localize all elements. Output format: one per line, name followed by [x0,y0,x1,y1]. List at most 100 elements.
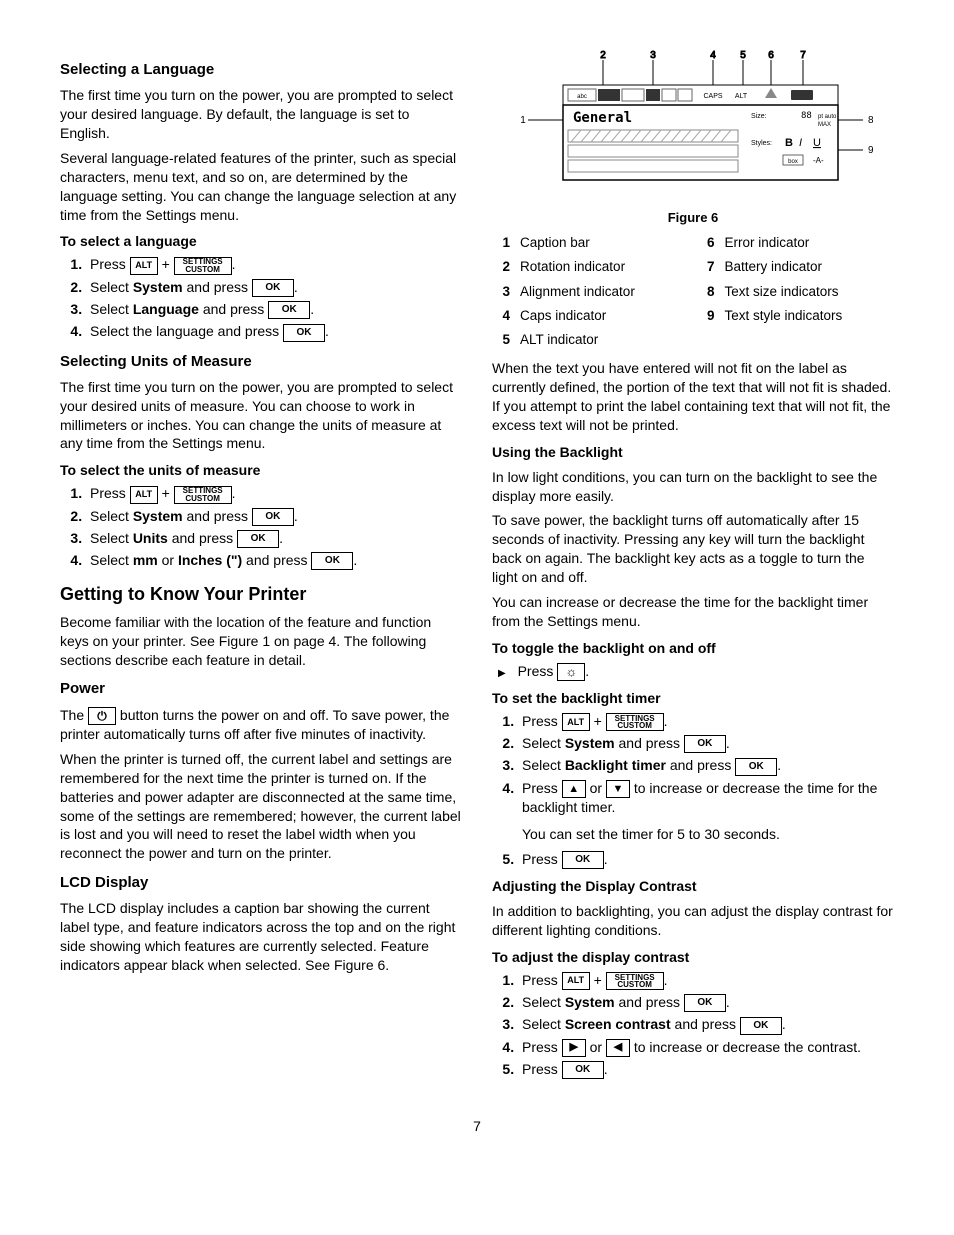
heading-getting-to-know: Getting to Know Your Printer [60,582,462,606]
list-item: Press ▲ or ▼ to increase or decrease the… [518,779,894,844]
para-after-figure: When the text you have entered will not … [492,359,894,435]
ok-key-icon: OK [311,552,353,570]
svg-text:MAX: MAX [818,122,831,128]
ok-key-icon: OK [237,530,279,548]
svg-text:box: box [788,159,798,165]
heading-select-language: Selecting a Language [60,60,462,80]
right-arrow-key-icon: ▶ [562,1039,586,1057]
list-item: Press ALT + SETTINGS CUSTOM. [86,255,462,274]
svg-text:U: U [813,137,821,149]
ok-key-icon: OK [740,1017,782,1035]
settings-key-icon: SETTINGS CUSTOM [174,257,232,275]
figure-6: 2 3 4 5 6 7 1 8 9 abc [492,50,894,226]
left-arrow-key-icon: ◀ [606,1039,630,1057]
para-units-1: The first time you turn on the power, yo… [60,378,462,454]
para-power-2: When the printer is turned off, the curr… [60,750,462,863]
ok-key-icon: OK [684,994,726,1012]
list-item: Select Backlight timer and press OK. [518,756,894,775]
legend-7: Battery indicator [725,258,895,276]
list-item: Press ALT + SETTINGS CUSTOM. [518,971,894,990]
down-arrow-key-icon: ▼ [606,780,630,798]
list-item: Select System and press OK. [86,507,462,526]
svg-text:5: 5 [740,50,746,61]
steps-select-language: Press ALT + SETTINGS CUSTOM. Select Syst… [60,255,462,341]
list-item: Press OK. [518,850,894,869]
legend-3: Alignment indicator [520,283,687,301]
list-item: Select Units and press OK. [86,529,462,548]
svg-text:Size:: Size: [751,113,767,120]
svg-text:2: 2 [600,50,606,61]
page-columns: Selecting a Language The first time you … [60,50,894,1087]
ok-key-icon: OK [252,279,294,297]
svg-text:Styles:: Styles: [751,140,772,147]
svg-text:-A-: -A- [813,156,824,165]
svg-text:6: 6 [768,50,774,61]
subhead-select-units: To select the units of measure [60,461,462,480]
legend-1: Caption bar [520,234,687,252]
para-lcd-1: The LCD display includes a caption bar s… [60,899,462,975]
ok-key-icon: OK [562,851,604,869]
list-item: Select Screen contrast and press OK. [518,1015,894,1034]
list-item: Press ALT + SETTINGS CUSTOM. [518,712,894,731]
heading-select-units: Selecting Units of Measure [60,352,462,372]
list-item: Select System and press OK. [86,278,462,297]
svg-text:ALT: ALT [735,93,748,100]
steps-adjust-contrast: Press ALT + SETTINGS CUSTOM. Select Syst… [492,971,894,1079]
svg-text:7: 7 [800,50,806,61]
steps-select-units: Press ALT + SETTINGS CUSTOM. Select Syst… [60,484,462,570]
svg-text:General: General [573,110,632,126]
figure-6-svg: 2 3 4 5 6 7 1 8 9 abc [513,50,873,200]
para-lang-1: The first time you turn on the power, yo… [60,86,462,143]
svg-text:pt auto: pt auto [818,114,837,120]
legend-6: Error indicator [725,234,895,252]
subhead-toggle-backlight: To toggle the backlight on and off [492,639,894,658]
right-column: 2 3 4 5 6 7 1 8 9 abc [492,50,894,1087]
alt-key-icon: ALT [130,486,158,504]
ok-key-icon: OK [684,735,726,753]
para-power-1: The ⏻ button turns the power on and off.… [60,706,462,744]
up-arrow-key-icon: ▲ [562,780,586,798]
svg-text:88: 88 [801,111,812,121]
para-getting-1: Become familiar with the location of the… [60,613,462,670]
legend-4: Caps indicator [520,307,687,325]
svg-text:abc: abc [577,94,587,100]
note-timer-range: You can set the timer for 5 to 30 second… [522,825,894,844]
subhead-select-language: To select a language [60,232,462,251]
alt-key-icon: ALT [562,972,590,990]
figure-legend: 1Caption bar 6Error indicator 2Rotation … [492,234,894,349]
list-item: Select mm or Inches (") and press OK. [86,551,462,570]
page-number: 7 [60,1117,894,1136]
alt-key-icon: ALT [130,257,158,275]
heading-adjust-contrast: Adjusting the Display Contrast [492,877,894,896]
subhead-adjust-contrast: To adjust the display contrast [492,948,894,967]
svg-text:CAPS: CAPS [703,93,722,100]
ok-key-icon: OK [735,758,777,776]
power-key-icon: ⏻ [88,707,116,725]
heading-power: Power [60,679,462,699]
svg-text:I: I [799,137,802,149]
heading-lcd-display: LCD Display [60,873,462,893]
heading-backlight: Using the Backlight [492,443,894,462]
legend-5: ALT indicator [520,331,687,349]
steps-backlight-timer: Press ALT + SETTINGS CUSTOM. Select Syst… [492,712,894,869]
ok-key-icon: OK [252,508,294,526]
svg-text:3: 3 [650,50,656,61]
ok-key-icon: OK [268,301,310,319]
list-item: Press ▶ or ◀ to increase or decrease the… [518,1038,894,1057]
svg-text:9: 9 [868,145,873,156]
legend-2: Rotation indicator [520,258,687,276]
para-backlight-1: In low light conditions, you can turn on… [492,468,894,506]
bullet-toggle-backlight: Press ☼. [492,662,894,681]
list-item: Press OK. [518,1060,894,1079]
left-column: Selecting a Language The first time you … [60,50,462,1087]
settings-key-icon: SETTINGS CUSTOM [606,972,664,990]
svg-text:4: 4 [710,50,716,61]
list-item: Select the language and press OK. [86,322,462,341]
subhead-backlight-timer: To set the backlight timer [492,689,894,708]
para-backlight-3: You can increase or decrease the time fo… [492,593,894,631]
list-item: Select Language and press OK. [86,300,462,319]
para-backlight-2: To save power, the backlight turns off a… [492,511,894,587]
settings-key-icon: SETTINGS CUSTOM [174,486,232,504]
legend-8: Text size indicators [725,283,895,301]
para-lang-2: Several language-related features of the… [60,149,462,225]
